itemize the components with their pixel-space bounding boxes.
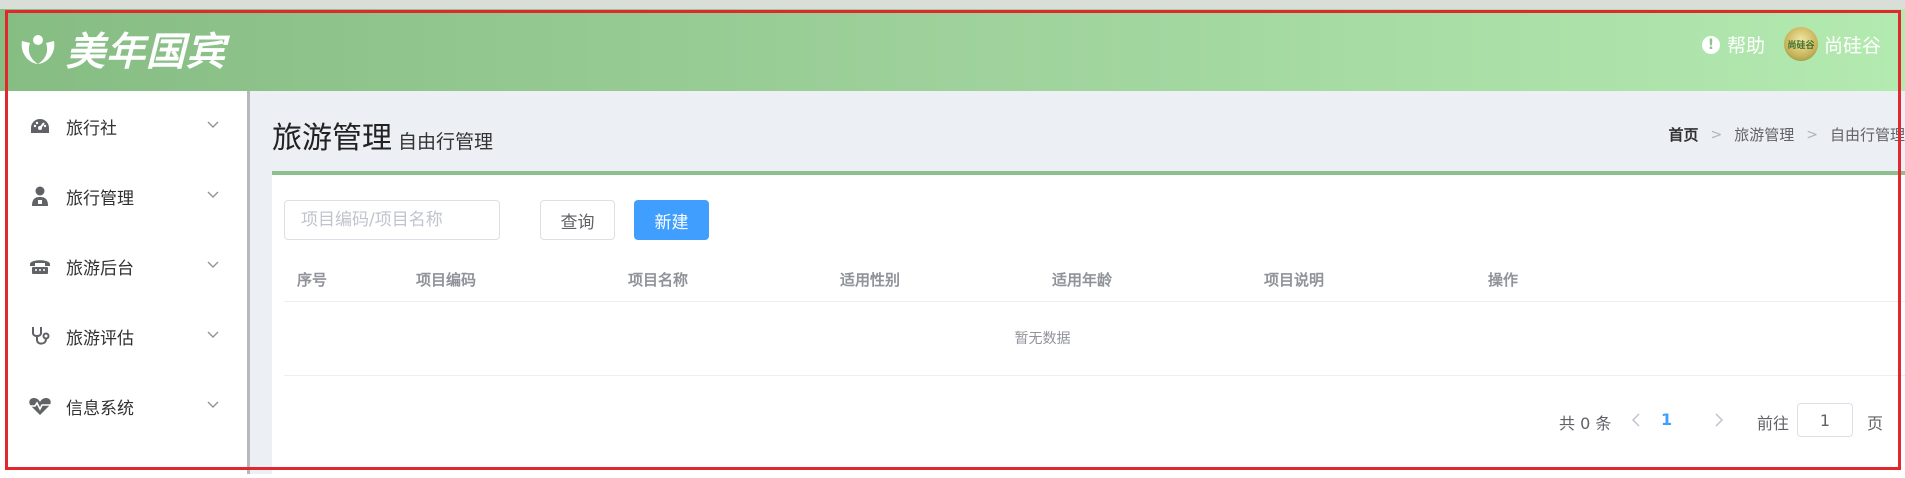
sidebar: 旅行社 旅行管理 旅游后台 旅游评估 信息系统 (0, 91, 250, 474)
breadcrumb-current: 自由行管理 (1829, 126, 1905, 144)
column-header-age: 适用年龄 (1052, 271, 1113, 289)
app-header: 美年国宾 ! 帮助 尚硅谷 尚硅谷 (0, 9, 1905, 91)
sidebar-item-travel-backend[interactable]: 旅游后台 (0, 231, 247, 301)
main-content: 旅游管理自由行管理 首页 > 旅游管理 > 自由行管理 查询 新建 序号 项目编… (250, 91, 1905, 478)
breadcrumb-item[interactable]: 旅游管理 (1734, 124, 1794, 145)
sidebar-item-label: 旅游评估 (66, 328, 134, 349)
user-name: 尚硅谷 (1823, 34, 1881, 57)
chevron-down-icon (207, 331, 219, 338)
sidebar-item-label: 旅游后台 (66, 258, 134, 279)
query-button[interactable]: 查询 (540, 200, 615, 240)
sidebar-item-travel-agency[interactable]: 旅行社 (0, 91, 247, 161)
page-title-text: 旅游管理 (272, 121, 392, 156)
help-label: 帮助 (1726, 35, 1765, 57)
column-header-actions: 操作 (1488, 271, 1519, 289)
chevron-right-icon: > (1806, 126, 1818, 143)
pagination-goto-input[interactable] (1797, 403, 1853, 437)
empty-text: 暂无数据 (1014, 331, 1071, 347)
breadcrumb-home[interactable]: 首页 (1668, 124, 1698, 145)
new-button[interactable]: 新建 (634, 200, 709, 240)
user-menu[interactable]: 尚硅谷 尚硅谷 (1783, 27, 1881, 61)
browser-top-strip (0, 0, 1905, 9)
chevron-down-icon (207, 401, 219, 408)
pagination: 共 0 条 1 前往 页 (272, 401, 1905, 441)
chevron-down-icon (207, 121, 219, 128)
chevron-down-icon (207, 191, 219, 198)
table-header: 序号 项目编码 项目名称 适用性别 适用年龄 项目说明 操作 (284, 255, 1905, 302)
logo-mark-icon (21, 35, 55, 64)
column-header-gender: 适用性别 (840, 271, 901, 289)
breadcrumb: 首页 > 旅游管理 > 自由行管理 (1668, 124, 1905, 145)
page-title: 旅游管理 自由行管理 (272, 113, 493, 157)
chevron-right-icon: > (1710, 126, 1723, 143)
pagination-total: 共 0 条 (1559, 414, 1612, 433)
sidebar-item-label: 信息系统 (66, 398, 134, 419)
content-card: 查询 新建 序号 项目编码 项目名称 适用性别 适用年龄 项目说明 操作 暂无数… (272, 171, 1905, 478)
sidebar-item-info-system[interactable]: 信息系统 (0, 371, 247, 441)
sidebar-item-label: 旅行管理 (66, 188, 134, 209)
column-header-name: 项目名称 (628, 271, 689, 289)
stethoscope-icon (28, 325, 52, 347)
column-header-description: 项目说明 (1264, 271, 1325, 289)
dashboard-icon (28, 115, 52, 137)
page-number-current[interactable]: 1 (1661, 410, 1672, 429)
chevron-right-icon[interactable] (1708, 410, 1728, 430)
search-input[interactable] (284, 200, 500, 240)
chevron-left-icon[interactable] (1627, 410, 1647, 430)
help-link[interactable]: ! 帮助 (1701, 31, 1765, 58)
chevron-down-icon (207, 261, 219, 268)
brand-logo[interactable]: 美年国宾 (18, 23, 226, 75)
user-doctor-icon (28, 185, 52, 207)
logo-text: 美年国宾 (66, 30, 227, 75)
sidebar-item-travel-evaluation[interactable]: 旅游评估 (0, 301, 247, 371)
avatar: 尚硅谷 (1783, 27, 1818, 61)
sidebar-item-travel-management[interactable]: 旅行管理 (0, 161, 247, 231)
pagination-page-suffix: 页 (1867, 414, 1884, 433)
phone-icon (28, 255, 52, 277)
column-header-index: 序号 (297, 271, 328, 289)
sidebar-item-label: 旅行社 (66, 118, 117, 139)
column-header-code: 项目编码 (416, 271, 477, 289)
heartbeat-icon (28, 395, 52, 417)
table-empty-row: 暂无数据 (284, 301, 1905, 376)
info-icon: ! (1701, 35, 1720, 54)
pagination-goto-label: 前往 (1757, 414, 1790, 433)
page-subtitle: 自由行管理 (398, 131, 494, 153)
